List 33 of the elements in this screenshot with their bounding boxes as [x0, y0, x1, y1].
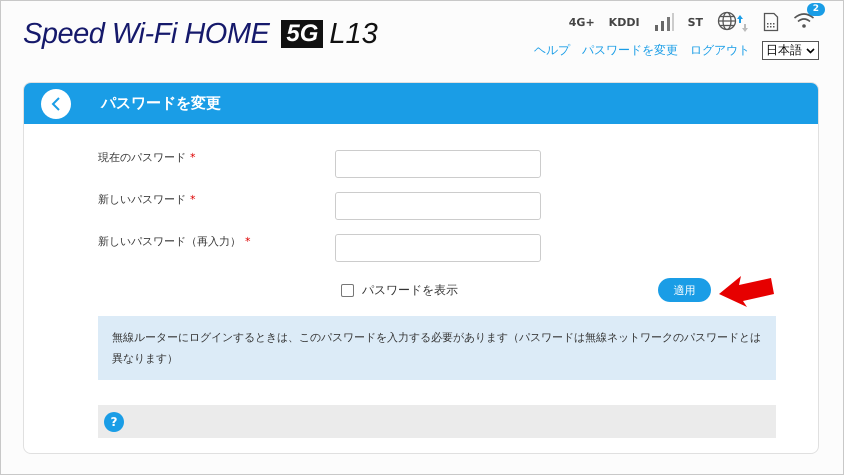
chevron-down-icon [806, 48, 815, 54]
status-label: ST [688, 16, 703, 28]
field-label: 新しいパスワード [98, 193, 186, 206]
checkbox-label: パスワードを表示 [362, 282, 458, 298]
field-label: 現在のパスワード [98, 151, 186, 164]
nav-link[interactable]: ログアウト [690, 42, 750, 59]
notification-badge: 2 [806, 3, 825, 16]
password-field[interactable] [335, 192, 541, 220]
checkbox[interactable] [341, 284, 354, 296]
field-label: 新しいパスワード（再入力） [98, 235, 241, 248]
apply-button[interactable]: 適用 [658, 278, 711, 302]
status-label: KDDI [608, 16, 640, 28]
globe-icon [717, 11, 749, 33]
logo-badge: 5G [281, 20, 324, 48]
password-field[interactable] [335, 234, 541, 262]
sim-card-icon [763, 12, 779, 32]
logo-text: Speed Wi-Fi HOME [23, 18, 270, 50]
nav-link[interactable]: ヘルプ [534, 42, 570, 59]
required-mark: * [190, 193, 196, 206]
status-label: 4G+ [568, 16, 595, 28]
password-field[interactable] [335, 150, 541, 178]
signal-icon [654, 12, 674, 32]
required-mark: * [245, 235, 250, 248]
required-mark: * [190, 151, 196, 164]
chevron-left-icon [51, 96, 61, 110]
wifi-icon [793, 11, 815, 29]
nav-link[interactable]: パスワードを変更 [582, 42, 678, 59]
help-icon[interactable]: ? [104, 412, 124, 432]
info-message: 無線ルーターにログインするときは、このパスワードを入力する必要があります（パスワードは無線ネットワークのパスワードとは異なります） [98, 316, 776, 380]
language-select[interactable]: 日本語 [762, 41, 819, 60]
logo-model: L13 [329, 18, 378, 50]
panel-title: パスワードを変更 [101, 94, 221, 113]
back-button[interactable] [41, 88, 71, 118]
